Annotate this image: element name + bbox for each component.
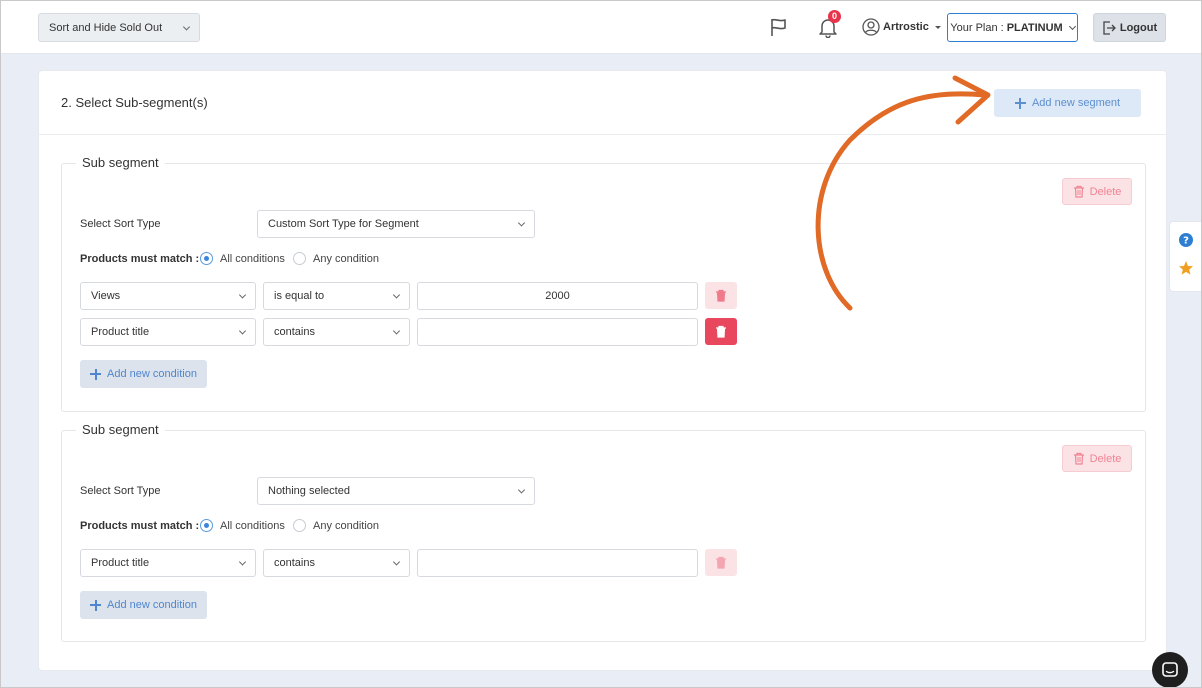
condition-operator-select[interactable]: contains — [263, 318, 410, 346]
condition-field-select[interactable]: Product title — [80, 549, 256, 577]
radio-all-label: All conditions — [220, 253, 285, 265]
condition-value-input[interactable] — [417, 318, 698, 346]
condition-field-value: Product title — [91, 326, 150, 338]
match-label: Products must match : — [80, 253, 200, 265]
radio-all-conditions[interactable] — [200, 252, 213, 265]
chevron-down-icon — [238, 558, 247, 566]
chevron-down-icon — [1068, 22, 1076, 30]
sort-type-label: Select Sort Type — [80, 218, 161, 230]
segment-card: 2. Select Sub-segment(s) Add new segment… — [38, 70, 1167, 671]
chevron-down-icon — [392, 291, 401, 299]
sort-type-value: Custom Sort Type for Segment — [268, 218, 419, 230]
condition-field-value: Views — [91, 290, 121, 302]
chevron-down-icon — [238, 291, 247, 299]
match-label: Products must match : — [80, 520, 200, 532]
help-icon[interactable]: ? — [1179, 233, 1193, 247]
add-condition-label: Add new condition — [107, 599, 197, 611]
radio-any-label: Any condition — [313, 253, 380, 265]
chevron-down-icon — [517, 219, 526, 227]
condition-field-value: Product title — [91, 557, 150, 569]
store-select-label: Sort and Hide Sold Out — [49, 21, 163, 34]
user-menu[interactable]: Artrostic — [862, 17, 941, 37]
trash-icon — [716, 556, 726, 569]
store-select[interactable]: Sort and Hide Sold Out — [38, 13, 200, 42]
user-circle-icon — [862, 18, 880, 36]
chevron-down-icon — [392, 327, 401, 335]
plan-button[interactable]: Your Plan : PLATINUM — [947, 13, 1078, 42]
condition-field-select[interactable]: Views — [80, 282, 256, 310]
side-widget: ? — [1169, 221, 1202, 292]
card-header: 2. Select Sub-segment(s) Add new segment — [39, 71, 1166, 135]
plan-prefix: Your Plan : — [950, 21, 1004, 34]
delete-segment-button[interactable]: Delete — [1062, 178, 1132, 205]
delete-label: Delete — [1089, 185, 1122, 198]
trash-icon — [716, 325, 726, 338]
condition-value-input[interactable] — [417, 549, 698, 577]
radio-all-label: All conditions — [220, 520, 285, 532]
plus-icon — [90, 368, 102, 380]
sub-segment-2: Sub segment Delete Select Sort Type Noth… — [61, 422, 1146, 642]
radio-all-conditions[interactable] — [200, 519, 213, 532]
delete-segment-button[interactable]: Delete — [1062, 445, 1132, 472]
logout-button[interactable]: Logout — [1093, 13, 1166, 42]
trash-icon — [716, 289, 726, 302]
chevron-down-icon — [392, 558, 401, 566]
plus-icon — [90, 599, 102, 611]
add-segment-button[interactable]: Add new segment — [994, 89, 1141, 117]
condition-operator-value: is equal to — [274, 290, 325, 302]
caret-down-icon — [934, 25, 941, 29]
flag-icon[interactable] — [769, 17, 789, 37]
chevron-down-icon — [517, 486, 526, 494]
sub-segment-legend: Sub segment — [76, 155, 165, 170]
add-condition-button[interactable]: Add new condition — [80, 360, 207, 388]
delete-label: Delete — [1089, 452, 1122, 465]
condition-operator-value: contains — [274, 557, 315, 569]
sort-type-select[interactable]: Custom Sort Type for Segment — [257, 210, 535, 238]
sort-type-value: Nothing selected — [268, 485, 350, 497]
radio-any-label: Any condition — [313, 520, 380, 532]
delete-condition-button[interactable] — [705, 282, 737, 309]
trash-icon — [1073, 452, 1084, 465]
chevron-down-icon — [238, 327, 247, 335]
plan-name: PLATINUM — [1006, 21, 1063, 34]
condition-field-select[interactable]: Product title — [80, 318, 256, 346]
logout-icon — [1103, 20, 1116, 35]
condition-operator-select[interactable]: is equal to — [263, 282, 410, 310]
delete-condition-button[interactable] — [705, 318, 737, 345]
add-condition-button[interactable]: Add new condition — [80, 591, 207, 619]
add-segment-label: Add new segment — [1031, 97, 1121, 109]
username: Artrostic — [883, 21, 929, 33]
notification-badge: 0 — [828, 10, 841, 23]
section-title: 2. Select Sub-segment(s) — [61, 95, 208, 110]
logout-label: Logout — [1119, 21, 1158, 34]
radio-any-condition[interactable] — [293, 519, 306, 532]
chat-button[interactable] — [1152, 652, 1188, 688]
condition-value-input[interactable]: 2000 — [417, 282, 698, 310]
condition-operator-value: contains — [274, 326, 315, 338]
add-condition-label: Add new condition — [107, 368, 197, 380]
star-icon[interactable] — [1178, 260, 1194, 276]
sort-type-label: Select Sort Type — [80, 485, 161, 497]
sub-segment-legend: Sub segment — [76, 422, 165, 437]
delete-condition-button[interactable] — [705, 549, 737, 576]
condition-operator-select[interactable]: contains — [263, 549, 410, 577]
chevron-down-icon — [182, 22, 191, 31]
radio-any-condition[interactable] — [293, 252, 306, 265]
plus-icon — [1014, 97, 1026, 109]
chat-icon — [1162, 662, 1178, 677]
svg-text:?: ? — [1183, 236, 1189, 247]
sort-type-select[interactable]: Nothing selected — [257, 477, 535, 505]
trash-icon — [1073, 185, 1084, 198]
top-bar: Sort and Hide Sold Out 0 Artrostic Your … — [0, 0, 1202, 54]
sub-segment-1: Sub segment Delete Select Sort Type Cust… — [61, 155, 1146, 412]
